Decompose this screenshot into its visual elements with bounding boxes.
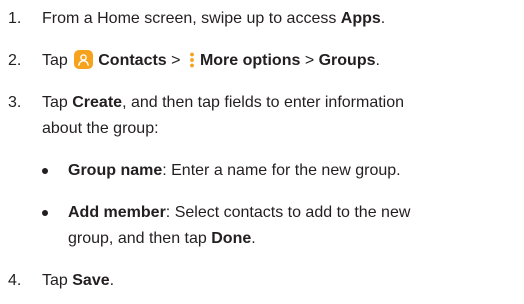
save-label: Save: [72, 272, 110, 289]
bullet-description: : Select contacts to add to the new: [165, 204, 411, 221]
create-label: Create: [72, 94, 123, 111]
step-text: Tap Create, and then tap fields to enter…: [42, 92, 520, 114]
step-number: 2.: [8, 52, 22, 69]
step-text-post: .: [375, 52, 380, 69]
group-name-label: Group name: [68, 162, 163, 179]
bullet-text-line2: group, and then tap Done.: [68, 228, 520, 250]
tap-word: Tap: [42, 52, 73, 69]
step-text: From a Home screen, swipe up to access A…: [42, 8, 520, 30]
bullet-dot: [42, 210, 48, 216]
step-number: 1.: [8, 10, 22, 27]
bullet-text: Group name: Enter a name for the new gro…: [68, 160, 520, 182]
done-label: Done: [211, 230, 252, 247]
bullet-text: Add member: Select contacts to add to th…: [68, 202, 520, 224]
step-text-line2: about the group:: [42, 120, 159, 137]
add-member-label: Add member: [68, 204, 166, 221]
apps-label: Apps: [340, 10, 381, 27]
step-text: Tap Save.: [42, 270, 520, 292]
step-text-post: .: [109, 272, 115, 289]
separator: >: [300, 52, 319, 69]
contacts-app-icon: [74, 50, 94, 69]
more-options-icon: [189, 51, 195, 69]
step-number: 4.: [8, 272, 22, 289]
bullet-description: : Enter a name for the new group.: [162, 162, 401, 179]
separator: >: [166, 52, 185, 69]
bullet-description-pre: group, and then tap: [68, 230, 212, 247]
more-options-label: More options: [199, 52, 301, 69]
step-number: 3.: [8, 94, 22, 111]
step-text: Tap Contacts > More options > Groups.: [42, 50, 520, 72]
contacts-label: Contacts: [98, 52, 167, 69]
instructions-document: 1. From a Home screen, swipe up to acces…: [0, 0, 524, 304]
step-text-pre: From a Home screen, swipe up to access: [42, 10, 341, 27]
bullet-description-post: .: [251, 230, 256, 247]
tap-word: Tap: [42, 272, 73, 289]
step-text-rest: , and then tap fields to enter informati…: [122, 94, 405, 111]
bullet-dot: [42, 168, 48, 174]
tap-word: Tap: [42, 94, 73, 111]
step-text-post: .: [380, 10, 386, 27]
groups-label: Groups: [318, 52, 376, 69]
